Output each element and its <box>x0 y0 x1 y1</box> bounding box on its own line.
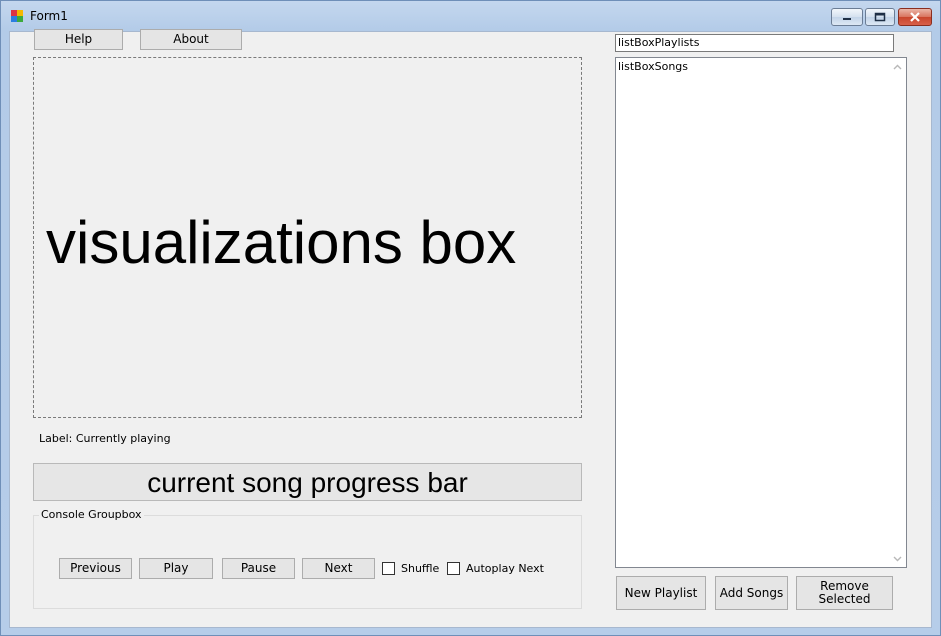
new-playlist-button[interactable]: New Playlist <box>616 576 706 610</box>
minimize-icon <box>843 18 851 20</box>
next-button[interactable]: Next <box>302 558 375 579</box>
shuffle-checkbox[interactable]: Shuffle <box>382 562 439 575</box>
help-button[interactable]: Help <box>34 29 123 50</box>
maximize-icon <box>874 12 886 22</box>
currently-playing-label: Label: Currently playing <box>39 432 171 445</box>
autoplay-checkbox[interactable]: Autoplay Next <box>447 562 544 575</box>
progress-label: current song progress bar <box>147 467 468 498</box>
console-groupbox-title: Console Groupbox <box>39 508 144 521</box>
shuffle-label: Shuffle <box>401 562 440 575</box>
shuffle-checkbox-box[interactable] <box>382 562 395 575</box>
scroll-up-icon[interactable] <box>889 58 906 75</box>
maximize-button[interactable] <box>865 8 895 26</box>
close-icon <box>910 12 920 22</box>
scroll-down-icon[interactable] <box>889 550 906 567</box>
song-progress-bar[interactable]: current song progress bar <box>33 463 582 501</box>
add-songs-button[interactable]: Add Songs <box>715 576 788 610</box>
songs-scrollbar[interactable] <box>889 58 906 567</box>
list-item[interactable]: listBoxSongs <box>618 60 688 73</box>
pause-button[interactable]: Pause <box>222 558 295 579</box>
visualizations-box: visualizations box <box>33 57 582 418</box>
visualizations-label: visualizations box <box>46 209 517 276</box>
previous-button[interactable]: Previous <box>59 558 132 579</box>
title-bar[interactable]: Form1 <box>1 1 940 31</box>
autoplay-label: Autoplay Next <box>466 562 544 575</box>
remove-selected-button[interactable]: Remove Selected <box>796 576 893 610</box>
close-button[interactable] <box>898 8 932 26</box>
play-button[interactable]: Play <box>139 558 213 579</box>
app-icon <box>11 10 23 22</box>
about-button[interactable]: About <box>140 29 242 50</box>
window-title: Form1 <box>30 9 68 23</box>
minimize-button[interactable] <box>831 8 863 26</box>
playlists-combobox[interactable]: listBoxPlaylists <box>615 34 894 52</box>
songs-listbox[interactable]: listBoxSongs <box>615 57 907 568</box>
autoplay-checkbox-box[interactable] <box>447 562 460 575</box>
